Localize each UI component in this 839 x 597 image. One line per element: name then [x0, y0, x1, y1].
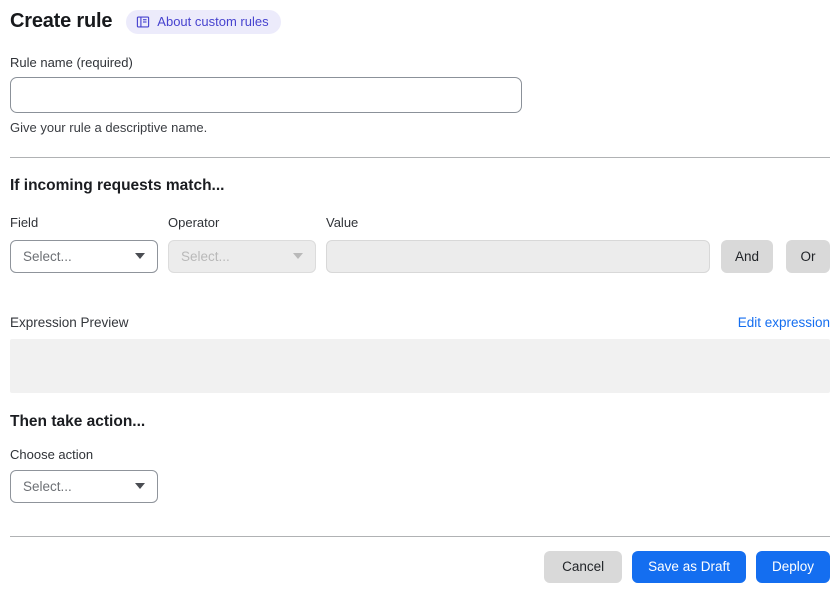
operator-select-value: Select... — [181, 248, 230, 264]
header: Create rule About custom rules — [10, 10, 830, 34]
value-input — [326, 239, 710, 273]
field-select-value: Select... — [23, 248, 72, 264]
action-section-heading: Then take action... — [10, 412, 146, 430]
or-button[interactable]: Or — [786, 239, 830, 273]
match-section-heading: If incoming requests match... — [10, 176, 225, 194]
chevron-down-icon — [135, 253, 145, 260]
rule-name-label: Rule name (required) — [10, 54, 133, 70]
section-divider-bottom — [10, 535, 830, 537]
chevron-down-icon — [135, 483, 145, 490]
footer-actions: Cancel Save as Draft Deploy — [10, 550, 830, 583]
choose-action-label: Choose action — [10, 446, 94, 462]
page-title: Create rule — [10, 10, 113, 33]
and-button[interactable]: And — [721, 239, 773, 273]
expression-preview-label: Expression Preview — [10, 314, 129, 330]
action-select-value: Select... — [23, 478, 72, 494]
operator-label: Operator — [168, 214, 220, 230]
expression-preview-row: Expression Preview Edit expression — [10, 315, 830, 330]
section-divider-top — [10, 156, 830, 158]
edit-expression-link[interactable]: Edit expression — [738, 315, 830, 330]
deploy-button[interactable]: Deploy — [755, 550, 830, 583]
field-label: Field — [10, 214, 39, 230]
match-controls-row: Select... Select... And Or — [10, 239, 830, 273]
create-rule-form: Create rule About custom rules Rule name… — [0, 0, 839, 583]
action-select[interactable]: Select... — [10, 469, 158, 503]
chevron-down-icon — [293, 253, 303, 260]
about-badge-label: About custom rules — [157, 14, 269, 29]
book-icon — [136, 15, 150, 29]
about-custom-rules-badge[interactable]: About custom rules — [126, 10, 281, 34]
rule-name-helper: Give your rule a descriptive name. — [10, 119, 208, 135]
operator-select: Select... — [168, 239, 316, 273]
expression-preview-box — [10, 338, 830, 393]
value-label: Value — [326, 214, 359, 230]
cancel-button[interactable]: Cancel — [544, 550, 623, 583]
rule-name-input[interactable] — [10, 76, 522, 113]
save-draft-button[interactable]: Save as Draft — [632, 550, 746, 583]
match-column-labels: Field Operator Value — [10, 215, 830, 230]
field-select[interactable]: Select... — [10, 239, 158, 273]
